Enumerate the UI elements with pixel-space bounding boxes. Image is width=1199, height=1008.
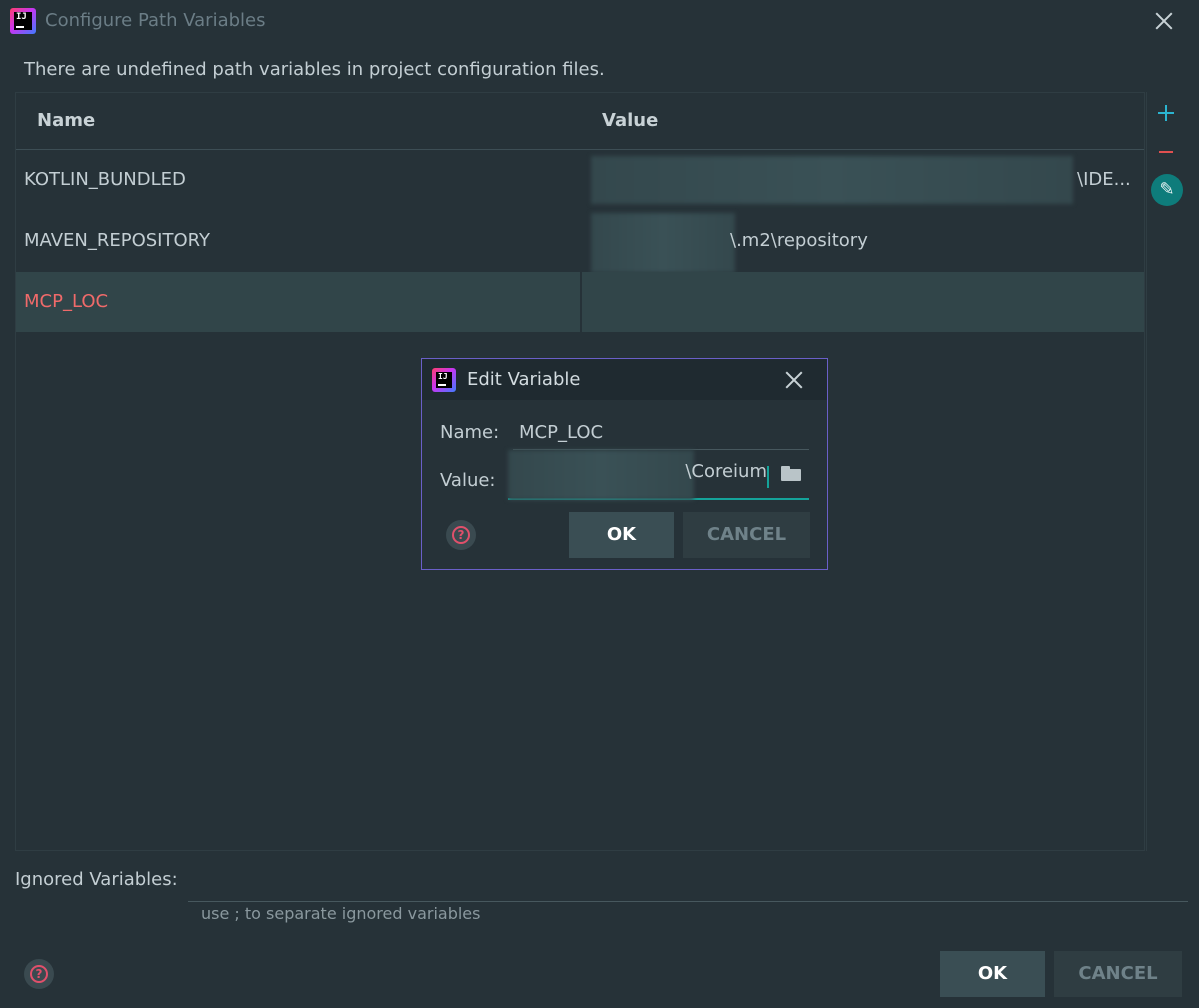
ignored-variables-hint: use ; to separate ignored variables [201,904,481,923]
value-field-text: \Coreium [685,461,767,482]
redacted-value [508,450,694,500]
column-header-value[interactable]: Value [602,110,658,131]
close-icon[interactable] [784,370,804,390]
variable-name: KOTLIN_BUNDLED [24,169,186,190]
variable-name: MAVEN_REPOSITORY [24,230,210,251]
close-icon[interactable] [1154,11,1174,31]
edit-variable-dialog: IJ Edit Variable Name: Value: \Coreium ?… [421,358,828,570]
dialog-title-bar: IJ Edit Variable [422,359,827,400]
question-mark-icon: ? [452,526,470,544]
table-row[interactable]: KOTLIN_BUNDLED \IDE... [16,150,1144,210]
value-field[interactable]: \Coreium [508,450,809,500]
variable-value: \.m2\repository [730,230,868,251]
app-logo-icon: IJ [10,8,36,34]
folder-open-icon[interactable] [781,466,803,482]
table-header: Name Value [16,93,1144,150]
table-row-selected[interactable]: MCP_LOC [16,272,1144,332]
ignored-variables-input[interactable] [188,868,1188,902]
redacted-value [591,213,735,273]
minus-icon[interactable] [1157,142,1175,162]
column-divider [580,272,582,332]
help-button[interactable]: ? [24,959,54,989]
dialog-cancel-button[interactable]: CANCEL [683,512,810,558]
question-mark-icon: ? [30,965,48,983]
text-caret [767,466,769,488]
value-label: Value: [440,470,496,491]
undefined-variables-notice: There are undefined path variables in pr… [24,59,605,80]
name-label: Name: [440,422,500,443]
table-row[interactable]: MAVEN_REPOSITORY \.m2\repository [16,211,1144,273]
cancel-button[interactable]: CANCEL [1054,951,1182,997]
pencil-icon[interactable]: ✎ [1151,174,1183,206]
column-header-name[interactable]: Name [37,110,95,131]
variable-value: \IDE... [1077,169,1131,190]
redacted-value [591,156,1073,204]
variable-name: MCP_LOC [24,291,109,312]
ok-button[interactable]: OK [940,951,1045,997]
name-field[interactable] [513,416,809,450]
dialog-ok-button[interactable]: OK [569,512,674,558]
dialog-title: Edit Variable [467,369,581,390]
plus-icon[interactable] [1156,103,1176,123]
ignored-variables-label: Ignored Variables: [15,869,178,890]
app-logo-icon: IJ [432,368,456,392]
help-button[interactable]: ? [446,520,476,550]
window-title: Configure Path Variables [45,10,266,31]
table-toolbar: ✎ [1146,92,1185,851]
